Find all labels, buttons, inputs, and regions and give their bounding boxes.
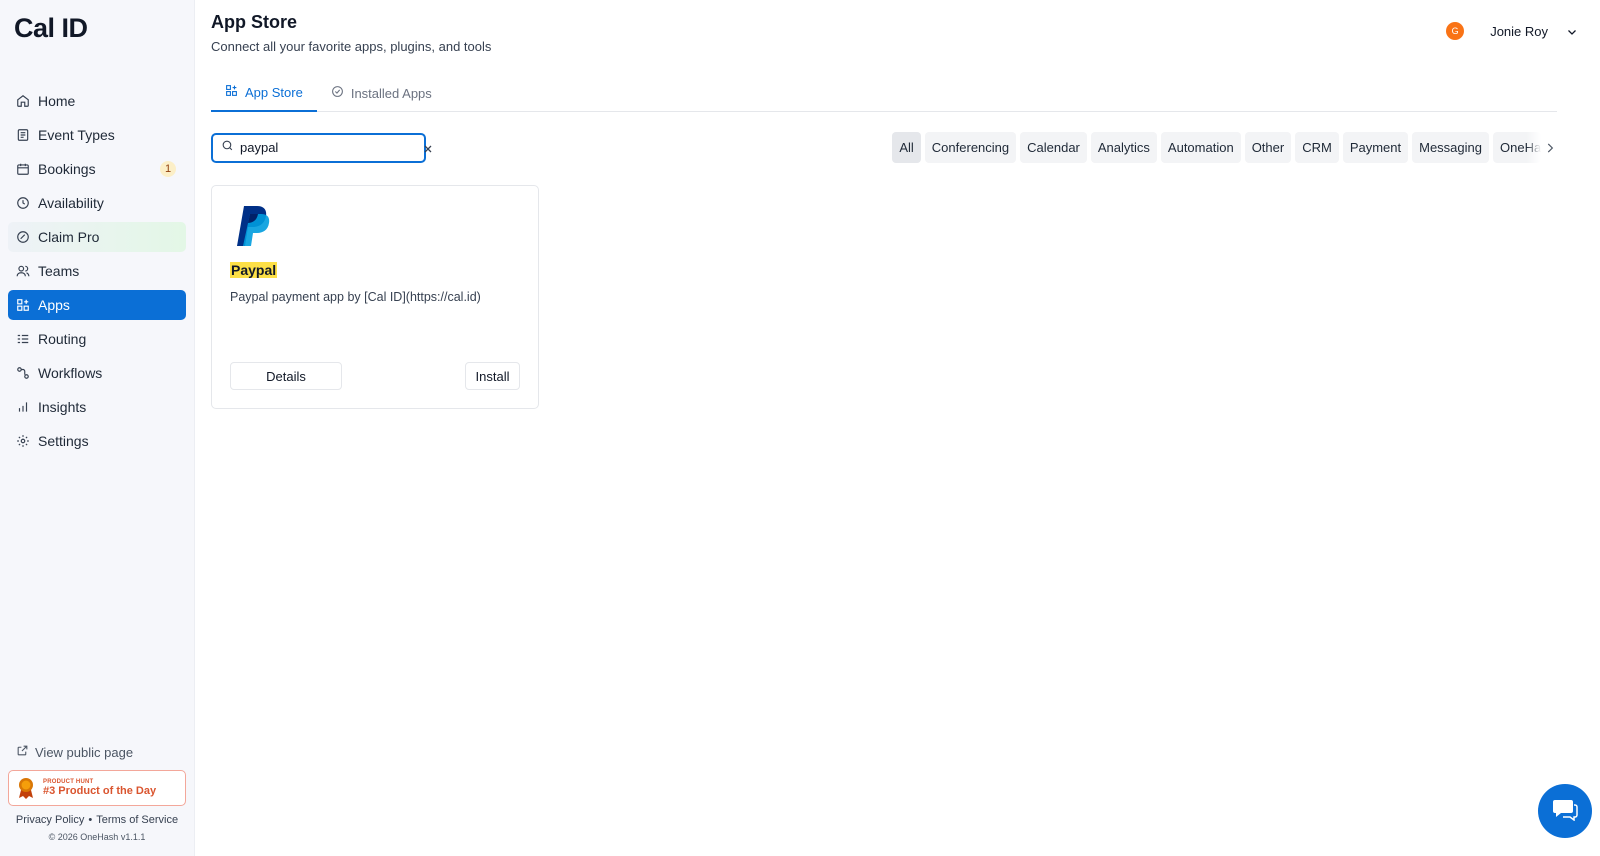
sidebar-item-label: Workflows (38, 365, 103, 381)
sidebar-item-bookings[interactable]: Bookings 1 (8, 154, 186, 184)
grid-plus-icon (225, 84, 238, 100)
app-name: Paypal (230, 262, 278, 278)
main-content: App Store Connect all your favorite apps… (195, 0, 1600, 856)
sidebar-item-label: Settings (38, 433, 89, 449)
app-card: Paypal Paypal payment app by [Cal ID](ht… (211, 185, 539, 409)
tab-label: App Store (245, 84, 303, 100)
sidebar-item-label: Home (38, 93, 76, 109)
sidebar-item-label: Routing (38, 331, 87, 347)
users-icon (16, 264, 30, 278)
user-menu[interactable]: G Jonie Roy (1446, 22, 1578, 40)
legal-separator: • (88, 814, 93, 826)
tab-label: Installed Apps (350, 85, 432, 101)
card-actions: Details Install (230, 362, 520, 390)
tab-app-store[interactable]: App Store (211, 74, 317, 112)
grid-plus-icon (16, 298, 30, 312)
sidebar-item-workflows[interactable]: Workflows (8, 358, 186, 388)
badge-check-icon (16, 230, 30, 244)
product-hunt-badge[interactable]: PRODUCT HUNT #3 Product of the Day (8, 770, 186, 806)
category-chip-calendar[interactable]: Calendar (1020, 132, 1087, 163)
category-filters: All Conferencing Calendar Analytics Auto… (892, 132, 1557, 163)
sidebar-item-label: Insights (38, 399, 87, 415)
check-circle-icon (331, 85, 344, 101)
install-button[interactable]: Install (465, 362, 520, 390)
sidebar-item-home[interactable]: Home (8, 86, 186, 116)
sidebar-item-insights[interactable]: Insights (8, 392, 186, 422)
legal-links: Privacy Policy • Terms of Service (8, 814, 186, 826)
home-icon (16, 94, 30, 108)
search-input[interactable] (240, 140, 416, 155)
calendar-icon (16, 162, 30, 176)
workflow-icon (16, 366, 30, 380)
copyright-text: © 2026 OneHash v1.1.1 (48, 832, 146, 842)
list-icon (16, 332, 30, 346)
page-header: App Store Connect all your favorite apps… (211, 12, 1600, 54)
medal-icon (17, 777, 35, 799)
category-chip-all[interactable]: All (892, 132, 921, 163)
sidebar-item-teams[interactable]: Teams (8, 256, 186, 286)
category-chip-crm[interactable]: CRM (1295, 132, 1339, 163)
page-subtitle: Connect all your favorite apps, plugins,… (211, 39, 492, 54)
tab-bar: App Store Installed Apps (211, 74, 1557, 112)
sidebar-item-apps[interactable]: Apps (8, 290, 186, 320)
external-link-icon (16, 744, 29, 760)
app-toolbar: All Conferencing Calendar Analytics Auto… (211, 132, 1557, 163)
category-chip-onehash[interactable]: OneHash (1493, 132, 1541, 163)
view-public-page-label: View public page (35, 744, 134, 760)
sidebar-item-label: Apps (38, 297, 70, 313)
sidebar-nav: Home Event Types Bookings 1 Availability… (8, 86, 186, 456)
sidebar-item-label: Availability (38, 195, 104, 211)
category-chip-analytics[interactable]: Analytics (1090, 132, 1157, 163)
app-description: Paypal payment app by [Cal ID](https://c… (230, 290, 481, 304)
sidebar-item-routing[interactable]: Routing (8, 324, 186, 354)
gear-icon (16, 434, 30, 448)
view-public-page-link[interactable]: View public page (8, 744, 186, 760)
sidebar-item-claim-pro[interactable]: Claim Pro (8, 222, 186, 252)
chat-support-button[interactable] (1538, 784, 1592, 838)
sidebar-item-event-types[interactable]: Event Types (8, 120, 186, 150)
sidebar-item-label: Teams (38, 263, 80, 279)
bar-chart-icon (16, 400, 30, 414)
sidebar-item-settings[interactable]: Settings (8, 426, 186, 456)
tab-installed-apps[interactable]: Installed Apps (317, 74, 446, 112)
sidebar-footer: View public page PRODUCT HUNT #3 Product… (8, 744, 186, 842)
category-chip-other[interactable]: Other (1244, 132, 1292, 163)
details-button[interactable]: Details (230, 362, 342, 390)
search-icon (221, 139, 234, 157)
clock-icon (16, 196, 30, 210)
user-name: Jonie Roy (1490, 23, 1548, 39)
sidebar: Cal ID Home Event Types Bookings 1 Avail… (0, 0, 195, 856)
event-types-icon (16, 128, 30, 142)
sidebar-item-label: Bookings (38, 161, 96, 177)
product-hunt-rank: #3 Product of the Day (43, 785, 157, 797)
sidebar-item-label: Claim Pro (38, 229, 100, 245)
terms-of-service-link[interactable]: Terms of Service (96, 814, 178, 826)
page-title: App Store (211, 12, 298, 32)
chevron-right-icon[interactable] (1543, 141, 1557, 155)
category-chip-messaging[interactable]: Messaging (1412, 132, 1489, 163)
avatar: G (1446, 22, 1465, 40)
paypal-logo-icon (234, 204, 274, 248)
search-box (211, 132, 432, 163)
bookings-count-badge: 1 (160, 161, 176, 177)
sidebar-item-label: Event Types (38, 127, 115, 143)
app-logo[interactable]: Cal ID (8, 12, 186, 52)
privacy-policy-link[interactable]: Privacy Policy (16, 814, 84, 826)
category-chip-automation[interactable]: Automation (1160, 132, 1241, 163)
chevron-down-icon (1566, 25, 1578, 37)
category-chip-payment[interactable]: Payment (1342, 132, 1409, 163)
category-chip-conferencing[interactable]: Conferencing (924, 132, 1017, 163)
sidebar-item-availability[interactable]: Availability (8, 188, 186, 218)
chat-icon (1552, 797, 1578, 826)
close-icon[interactable] (422, 142, 434, 154)
